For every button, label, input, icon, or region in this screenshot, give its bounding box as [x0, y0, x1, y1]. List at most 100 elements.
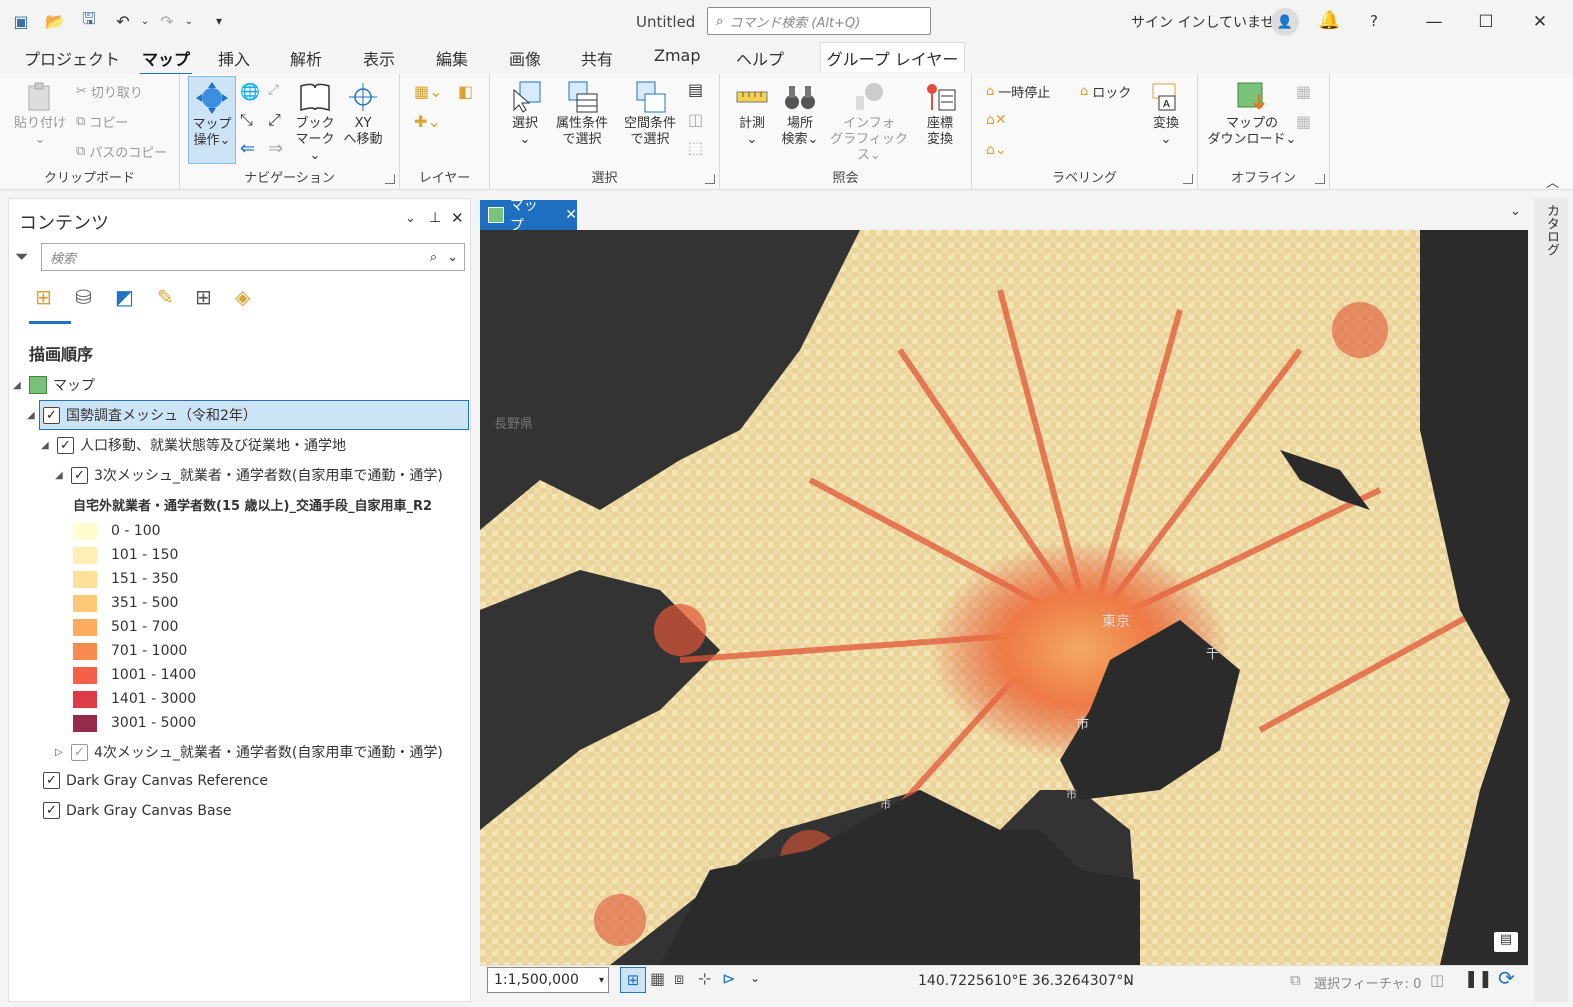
- explore-button[interactable]: マップ 操作⌄: [188, 76, 236, 164]
- tab-imagery[interactable]: 画像: [507, 46, 543, 70]
- collapse-ribbon-icon[interactable]: ︿: [1546, 172, 1559, 191]
- tab-zmap[interactable]: Zmap: [652, 46, 703, 65]
- tab-group-layer[interactable]: グループ レイヤー: [820, 42, 965, 72]
- close-tab-icon[interactable]: ✕: [565, 207, 577, 223]
- signin-status[interactable]: サイン インしていません: [1131, 12, 1289, 32]
- close-button[interactable]: ✕: [1524, 6, 1556, 38]
- map-canvas[interactable]: 長野県 東京 千 市 市 市: [480, 230, 1528, 965]
- notification-bell-icon[interactable]: 🔔: [1318, 10, 1340, 31]
- select-by-location-button[interactable]: 空間条件 で選択: [618, 80, 682, 148]
- base-layer-checkbox[interactable]: ✓: [43, 802, 60, 819]
- remove-offline-icon[interactable]: ▦: [1296, 112, 1311, 131]
- command-search-input[interactable]: ⌕ コマンド検索 (Alt+Q): [707, 7, 931, 35]
- expand-icon[interactable]: ▷: [55, 747, 65, 758]
- scale-dropdown-icon[interactable]: ▾: [599, 975, 604, 986]
- contents-search-input[interactable]: 検索 ⌕ ⌄: [41, 243, 465, 271]
- constraints-icon[interactable]: ⧈: [674, 969, 684, 989]
- pause-drawing-icon[interactable]: ❚❚: [1464, 969, 1493, 989]
- select-by-attributes-button[interactable]: 属性条件 で選択: [550, 80, 614, 148]
- unplaced-labels-icon[interactable]: ⌂✕: [986, 112, 1007, 128]
- add-preset-icon[interactable]: ◧: [458, 82, 473, 101]
- zoom-out-fixed-icon[interactable]: ⤢: [268, 110, 281, 130]
- catalog-tab[interactable]: カタログ: [1542, 204, 1561, 256]
- new-project-icon[interactable]: ▣: [10, 10, 32, 32]
- full-extent-icon[interactable]: ⤢: [268, 82, 279, 98]
- infographics-button[interactable]: インフォ グラフィックス⌄: [828, 80, 910, 164]
- tab-insert[interactable]: 挿入: [216, 46, 252, 70]
- tree-group-layer[interactable]: ◢ ✓ 国勢調査メッシュ（令和2年）: [27, 405, 257, 425]
- save-project-icon[interactable]: 🖫: [78, 9, 100, 32]
- collapse-icon[interactable]: ◢: [41, 440, 51, 451]
- redo-dropdown-icon[interactable]: ⌄: [178, 10, 200, 32]
- map-notes-icon[interactable]: ▤: [1494, 932, 1518, 952]
- add-graphics-layer-icon[interactable]: ✚⌄: [414, 112, 441, 131]
- tab-help[interactable]: ヘルプ: [734, 46, 786, 70]
- sub-group-checkbox[interactable]: ✓: [57, 436, 74, 454]
- tab-project[interactable]: プロジェクト: [22, 46, 122, 70]
- measure-button[interactable]: 計測 ⌄: [730, 80, 774, 148]
- selection-launcher-icon[interactable]: [705, 174, 715, 184]
- globe-icon[interactable]: 🌐: [240, 82, 260, 101]
- labeling-launcher-icon[interactable]: [1183, 174, 1193, 184]
- tab-edit[interactable]: 編集: [434, 46, 470, 70]
- tab-view[interactable]: 表示: [361, 46, 397, 70]
- paste-button[interactable]: 貼り付け ⌄: [10, 80, 70, 148]
- labeling-view-icon[interactable]: ◈: [235, 285, 250, 309]
- map-view-tab[interactable]: マップ ✕: [480, 198, 577, 234]
- reference-layer-checkbox[interactable]: ✓: [43, 772, 60, 789]
- offline-launcher-icon[interactable]: [1315, 174, 1325, 184]
- bookmarks-button[interactable]: ブック マーク⌄: [292, 80, 338, 164]
- copy-path-button[interactable]: ⧉ パスのコピー: [76, 142, 167, 161]
- redo-icon[interactable]: ↷: [156, 10, 178, 32]
- data-source-icon[interactable]: ⛁: [75, 285, 92, 309]
- tree-base-layer[interactable]: ✓ Dark Gray Canvas Base: [27, 802, 232, 819]
- tab-map[interactable]: マップ: [140, 46, 193, 76]
- collapse-icon[interactable]: ◢: [13, 380, 23, 391]
- pause-labeling-button[interactable]: ⌂ 一時停止: [986, 82, 1050, 101]
- previous-extent-icon[interactable]: ⇐: [240, 138, 255, 159]
- convert-coordinates-button[interactable]: 座標 変換: [916, 80, 964, 148]
- customize-toolbar-icon[interactable]: ▾: [208, 10, 230, 32]
- collapse-icon[interactable]: ◢: [55, 470, 65, 481]
- tab-list-icon[interactable]: ⌄: [1510, 204, 1521, 219]
- drawing-order-icon[interactable]: ⊞: [35, 285, 52, 309]
- coordinate-format-dropdown-icon[interactable]: ⌄: [1122, 973, 1132, 987]
- close-pane-icon[interactable]: ✕: [451, 209, 464, 227]
- maximize-button[interactable]: ☐: [1470, 6, 1502, 38]
- label-priority-icon[interactable]: ⌂⌄: [986, 142, 1007, 158]
- editing-pencil-icon[interactable]: ✎: [157, 285, 174, 309]
- help-button[interactable]: ?: [1370, 12, 1378, 30]
- refresh-icon[interactable]: ⟳: [1498, 966, 1515, 990]
- map-view[interactable]: 長野県 東京 千 市 市 市 ▤: [480, 230, 1528, 965]
- cut-button[interactable]: ✂ 切り取り: [76, 82, 143, 101]
- zoom-to-selection-icon[interactable]: ⬚: [688, 138, 703, 157]
- minimize-button[interactable]: —: [1418, 6, 1450, 38]
- go-to-xy-button[interactable]: XY へ移動: [340, 80, 386, 148]
- selection-view-icon[interactable]: ◩: [115, 285, 134, 309]
- tree-reference-layer[interactable]: ✓ Dark Gray Canvas Reference: [27, 772, 268, 789]
- grid-snapping-icon[interactable]: ⊞: [620, 967, 646, 993]
- group-layer-checkbox[interactable]: ✓: [43, 406, 60, 424]
- zoom-in-fixed-icon[interactable]: ⤡: [240, 110, 253, 130]
- tools-dropdown-icon[interactable]: ⌄: [750, 971, 760, 985]
- open-project-icon[interactable]: 📂: [44, 10, 66, 32]
- next-extent-icon[interactable]: ⇒: [268, 138, 283, 159]
- layer-4-checkbox[interactable]: ✓: [71, 743, 88, 761]
- clear-selection-icon[interactable]: ◫: [1430, 971, 1444, 989]
- search-options-icon[interactable]: ⌄: [447, 250, 458, 265]
- layer-3-checkbox[interactable]: ✓: [71, 466, 88, 484]
- pin-icon[interactable]: ⊥: [429, 210, 441, 226]
- convert-labels-button[interactable]: A 変換 ⌄: [1144, 80, 1188, 148]
- user-avatar-icon[interactable]: 👤: [1271, 8, 1299, 36]
- collapse-icon[interactable]: ◢: [27, 410, 37, 421]
- snapping-icon[interactable]: ⊞: [195, 285, 212, 309]
- copy-button[interactable]: ⧉ コピー: [76, 112, 128, 131]
- tree-layer-4[interactable]: ▷ ✓ 4次メッシュ_就業者・通学者数(自家用車で通勤・通学): [55, 742, 443, 762]
- download-map-button[interactable]: マップの ダウンロード⌄: [1206, 80, 1298, 148]
- rotation-icon[interactable]: ⊳: [722, 969, 735, 988]
- attributes-icon[interactable]: ▤: [688, 80, 703, 99]
- grid-icon[interactable]: ▦: [650, 969, 665, 988]
- tree-layer-3[interactable]: ◢ ✓ 3次メッシュ_就業者・通学者数(自家用車で通勤・通学): [55, 465, 443, 485]
- tab-share[interactable]: 共有: [579, 46, 615, 70]
- undo-icon[interactable]: ↶: [112, 10, 134, 32]
